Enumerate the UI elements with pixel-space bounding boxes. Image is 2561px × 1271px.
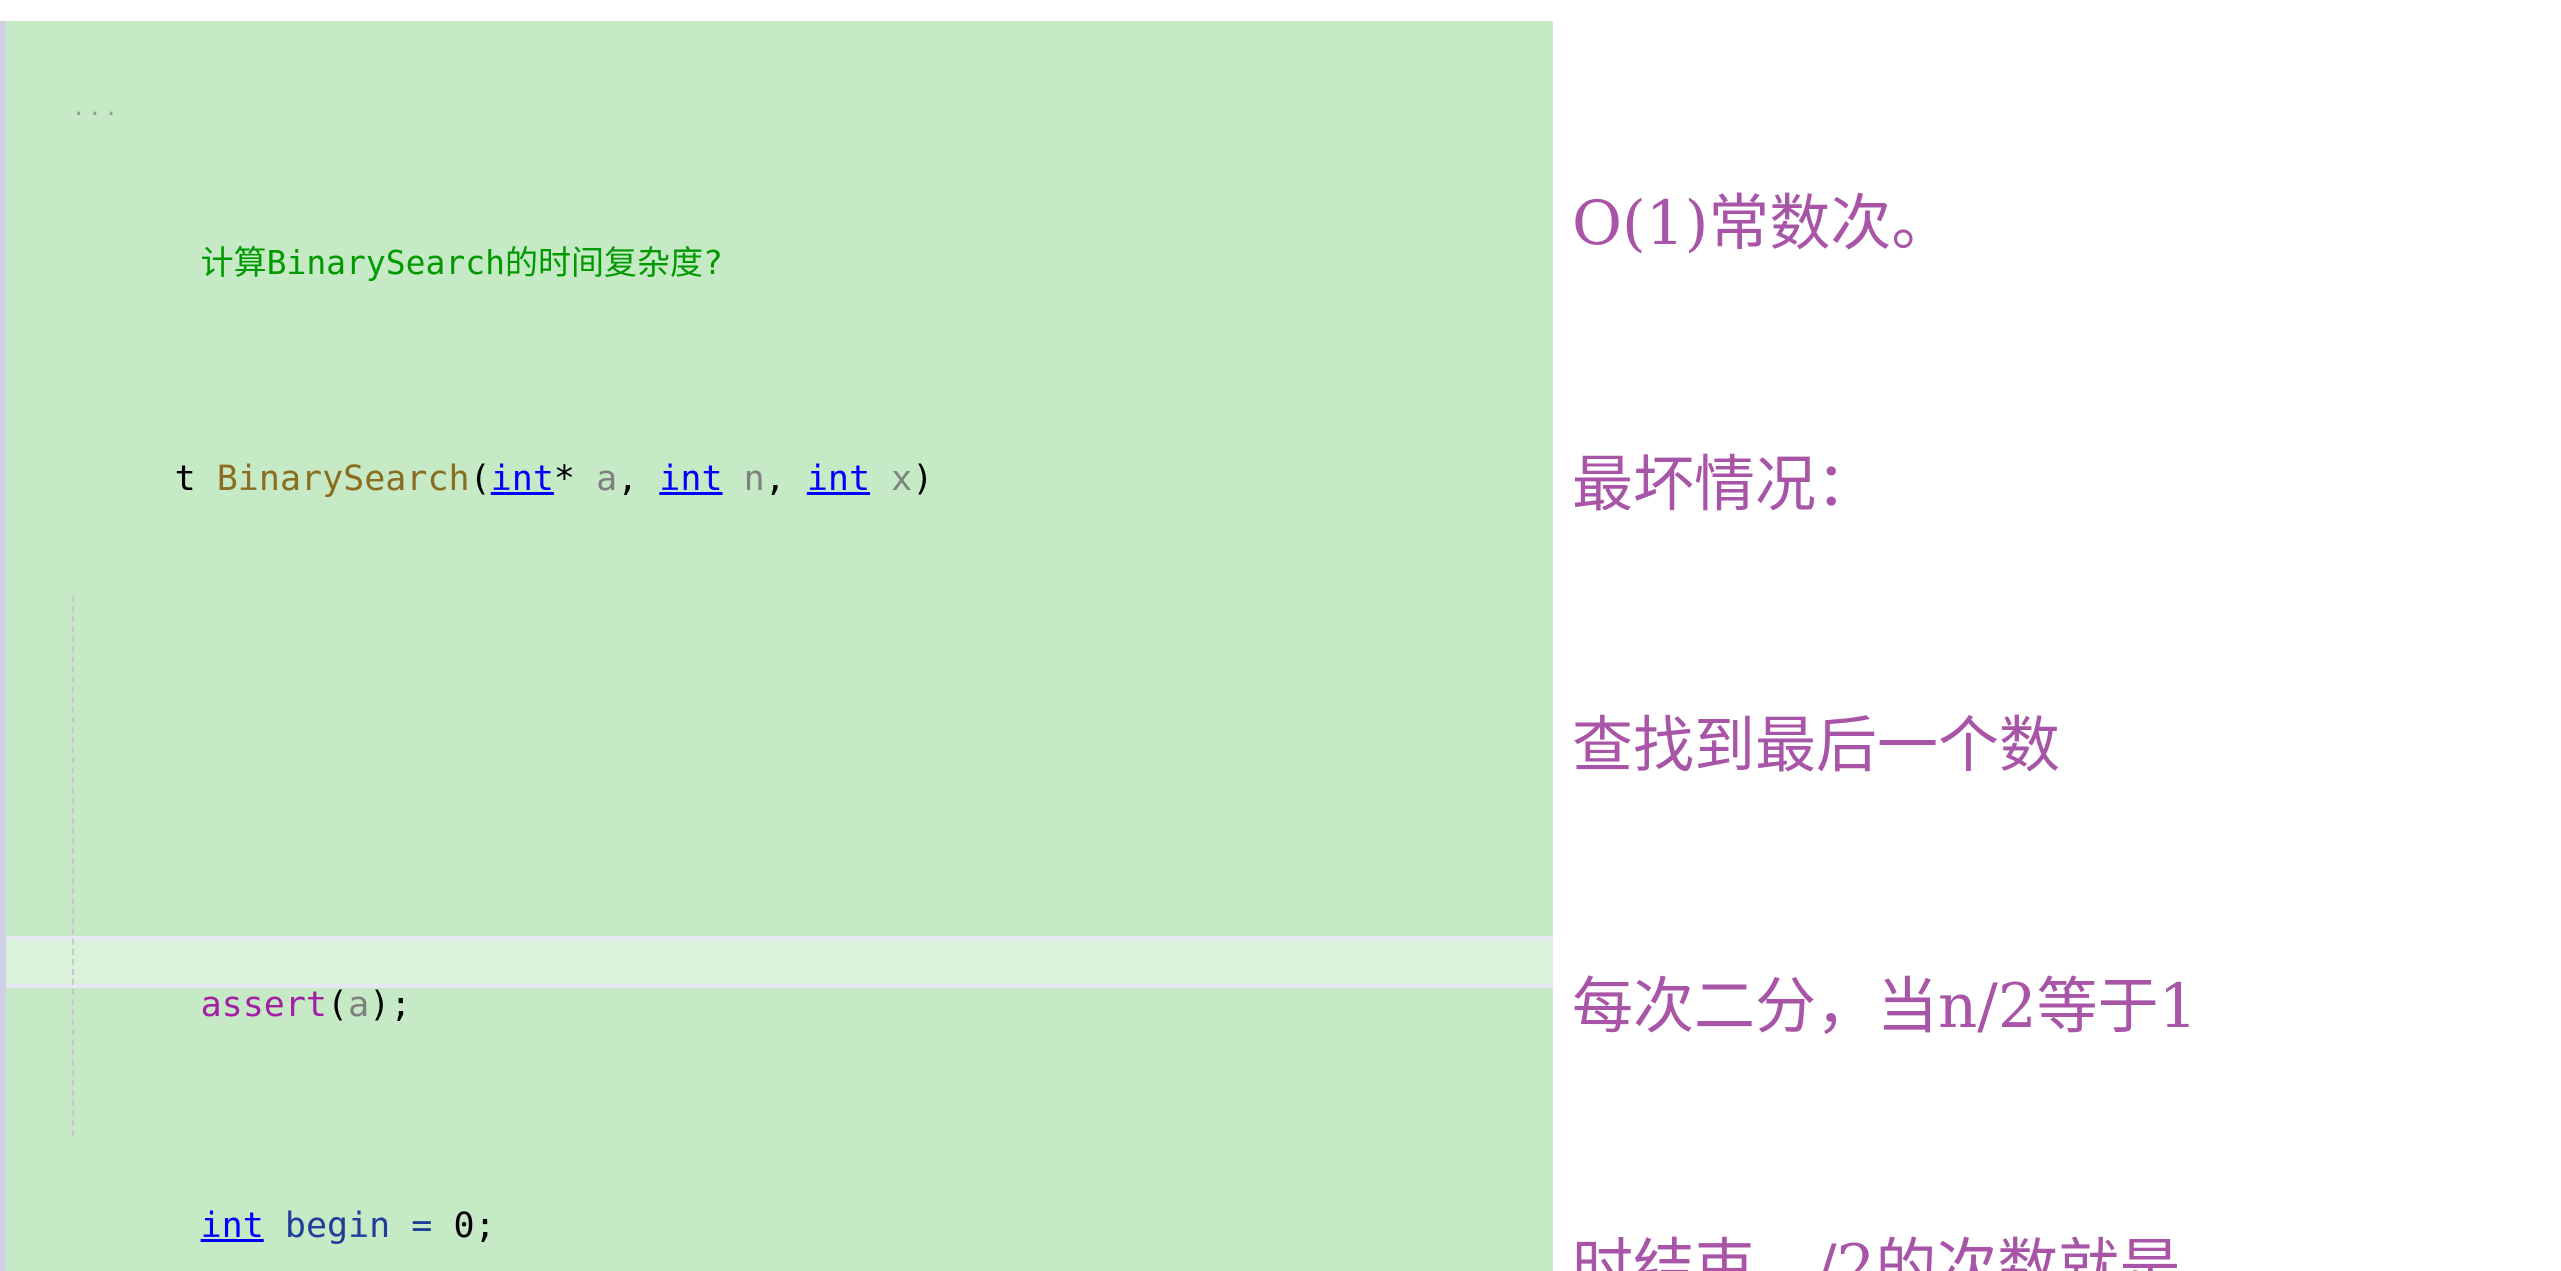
code-line-signature: t BinarySearch(int* a, int n, int x) (6, 414, 1553, 499)
note-line-2: 最坏情况： (1572, 449, 1878, 520)
sig-type-1: int (490, 458, 554, 499)
assert-keyword: assert (200, 984, 328, 1025)
sig-param-n: n (743, 458, 765, 499)
note-line-5: 时结束，/2的次数就是 (1572, 1232, 2181, 1271)
sig-fn-name: BinarySearch (216, 458, 470, 499)
note-line-1: O(1)常数次。 (1572, 188, 1953, 259)
slide-root: 计算BinarySearch的时间复杂度? t BinarySearch(int… (0, 0, 2561, 1271)
assert-paren-open: ( (327, 984, 349, 1025)
note-line-4: 每次二分，当n/2等于1 (1572, 971, 2198, 1042)
notes-panel: O(1)常数次。 最坏情况： 查找到最后一个数 每次二分，当n/2等于1 时结束… (1572, 0, 2561, 1271)
code-line-decl-begin: int begin = 0; (6, 1162, 1553, 1246)
decl-begin-type: int (200, 1206, 264, 1246)
header-comment-text: 计算BinarySearch的时间复杂度? (200, 242, 723, 282)
decl-begin-value: 0 (453, 1206, 475, 1246)
sig-token-2: ( (469, 458, 491, 499)
note-line-3: 查找到最后一个数 (1572, 710, 2061, 781)
sig-param-a: a (596, 458, 618, 499)
code-line-assert-highlighted[interactable]: assert(a); (6, 936, 1553, 1025)
indent-guide-line (72, 596, 74, 1136)
code-line-header: 计算BinarySearch的时间复杂度? (6, 195, 1553, 282)
sig-token-6: , (617, 458, 660, 499)
sig-token-0: t (174, 458, 217, 499)
code-viewport[interactable]: 计算BinarySearch的时间复杂度? t BinarySearch(int… (6, 21, 1553, 1271)
sig-token-10: , (764, 458, 807, 499)
sig-token-12 (870, 459, 891, 499)
sig-token-8 (723, 459, 744, 499)
decl-begin-semi: ; (474, 1206, 496, 1246)
sig-type-3: int (806, 458, 871, 499)
sig-param-x: x (891, 458, 913, 499)
code-editor-panel: 计算BinarySearch的时间复杂度? t BinarySearch(int… (0, 0, 1553, 1271)
sig-token-14: ) (912, 458, 934, 499)
assert-arg-a: a (348, 984, 370, 1025)
sig-token-4: * (553, 458, 597, 499)
decl-begin-name: begin = (263, 1206, 454, 1246)
assert-paren-close: ); (369, 984, 412, 1025)
code-folding-dots-icon[interactable]: ... (72, 98, 121, 120)
sig-type-2: int (659, 458, 723, 499)
